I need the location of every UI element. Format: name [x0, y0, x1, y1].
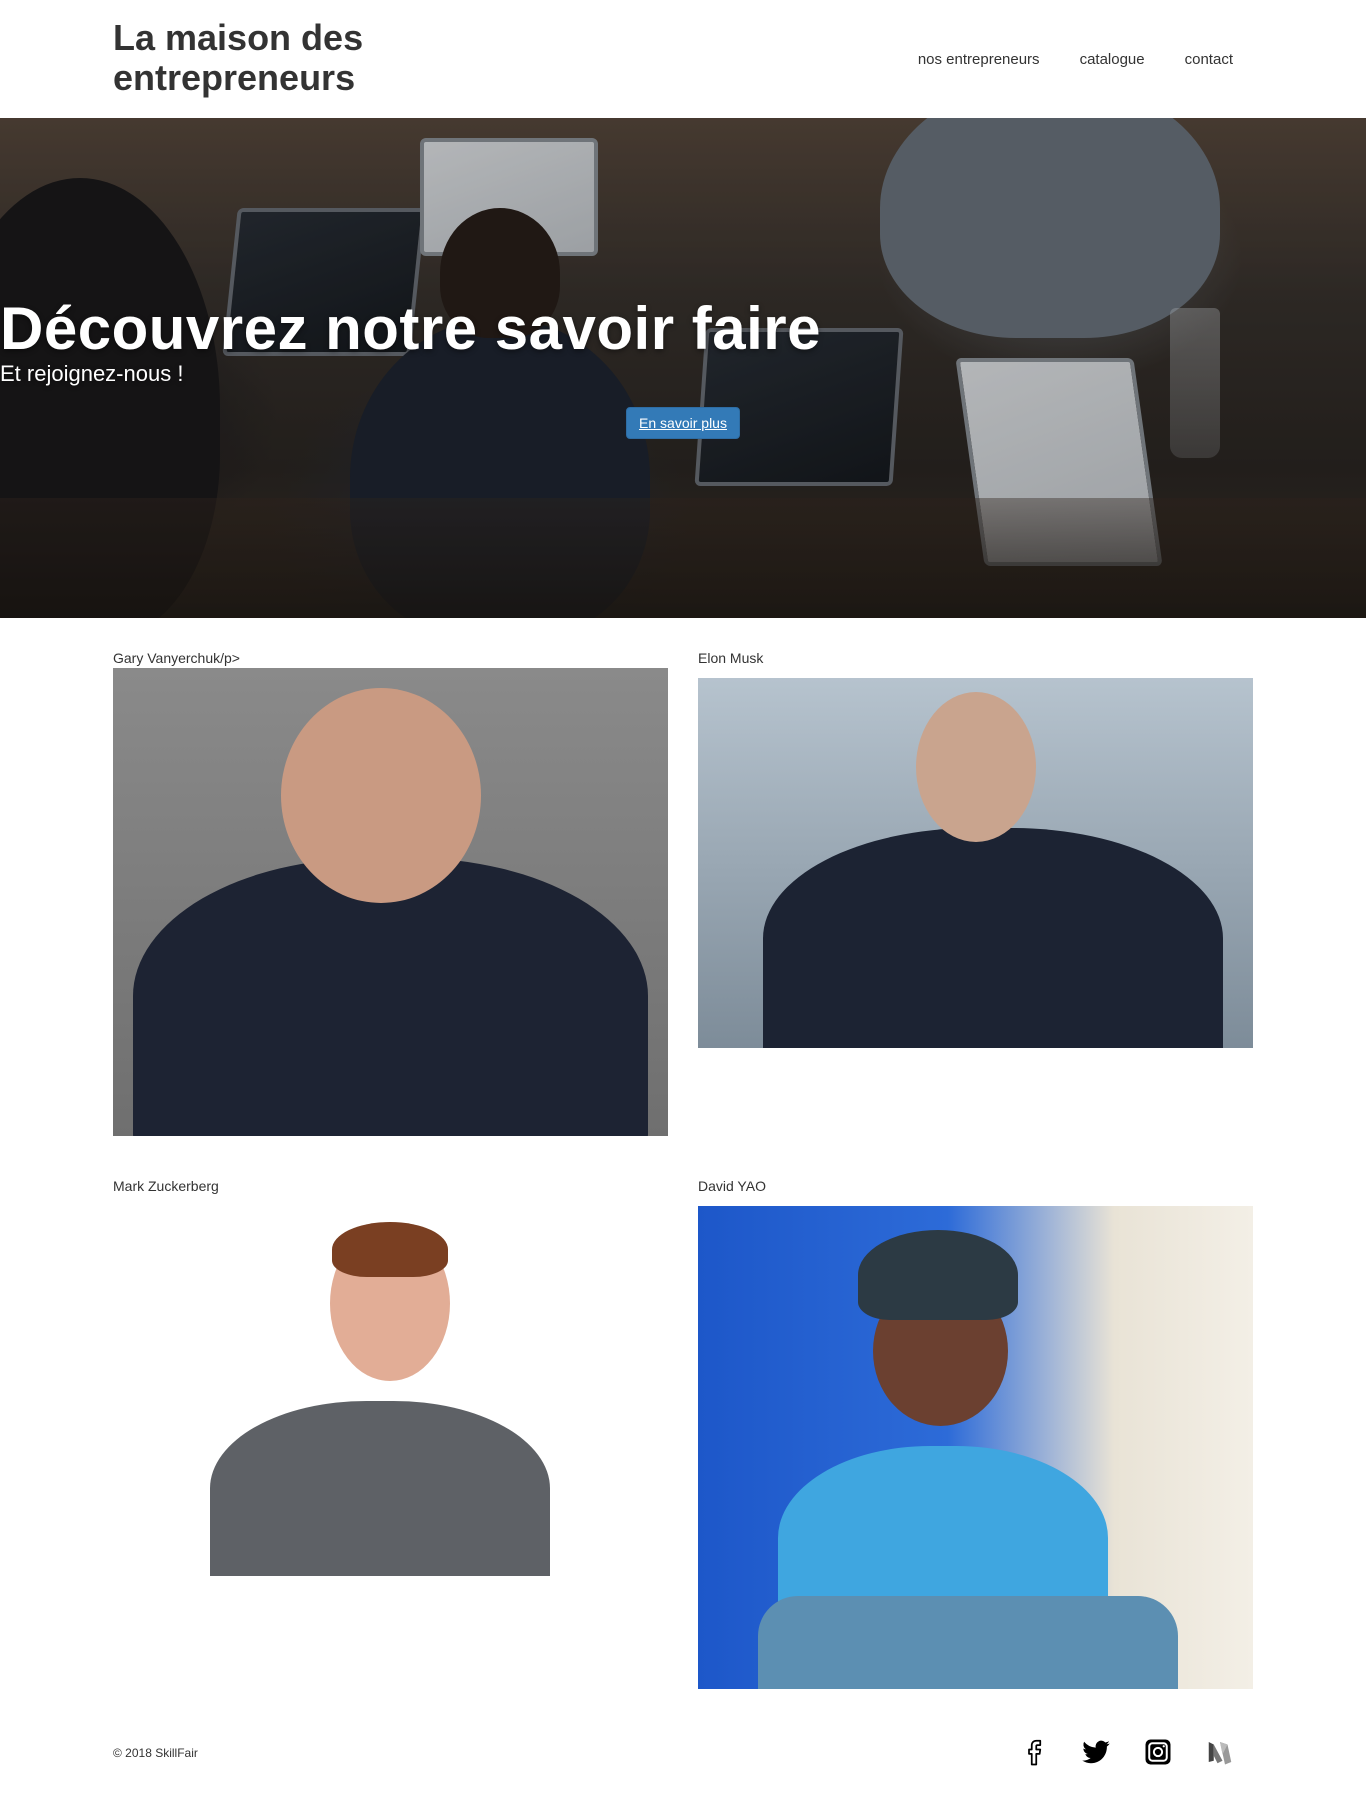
torso-shape: [210, 1401, 550, 1576]
nav-item-contact[interactable]: contact: [1185, 51, 1233, 68]
main-nav: nos entrepreneurs catalogue contact: [918, 51, 1233, 68]
twitter-icon[interactable]: [1080, 1736, 1112, 1768]
learn-more-button[interactable]: En savoir plus: [626, 407, 740, 439]
entrepreneur-name: Mark Zuckerberg: [113, 1178, 219, 1194]
entrepreneur-name: Elon Musk: [698, 650, 764, 666]
nav-item-nos-entrepreneurs[interactable]: nos entrepreneurs: [918, 51, 1040, 68]
entrepreneur-name: David YAO: [698, 1178, 766, 1194]
legs-shape: [758, 1596, 1178, 1689]
medium-icon[interactable]: [1204, 1736, 1236, 1768]
entrepreneur-photo[interactable]: [698, 1206, 1253, 1689]
facebook-icon[interactable]: [1018, 1736, 1050, 1768]
hero-banner: Découvrez notre savoir faire Et rejoigne…: [0, 118, 1366, 618]
site-brand[interactable]: La maison des entrepreneurs: [113, 18, 413, 98]
hair-shape: [332, 1222, 448, 1277]
torso-shape: [763, 828, 1223, 1048]
face-shape: [916, 692, 1036, 842]
face-shape: [281, 688, 481, 903]
instagram-icon[interactable]: [1142, 1736, 1174, 1768]
hero-title: Découvrez notre savoir faire: [0, 295, 821, 362]
site-header: La maison des entrepreneurs nos entrepre…: [0, 0, 1366, 118]
nav-item-catalogue[interactable]: catalogue: [1080, 51, 1145, 68]
entrepreneur-photo[interactable]: [210, 1206, 550, 1576]
entrepreneur-photo[interactable]: [113, 668, 668, 1136]
entrepreneur-photo[interactable]: [698, 678, 1253, 1048]
entrepreneur-name: Gary Vanyerchuk/p>: [113, 650, 240, 666]
cap-shape: [858, 1230, 1018, 1320]
copyright-text: © 2018 SkillFair: [113, 1746, 198, 1760]
hero-subtitle: Et rejoignez-nous !: [0, 361, 184, 386]
